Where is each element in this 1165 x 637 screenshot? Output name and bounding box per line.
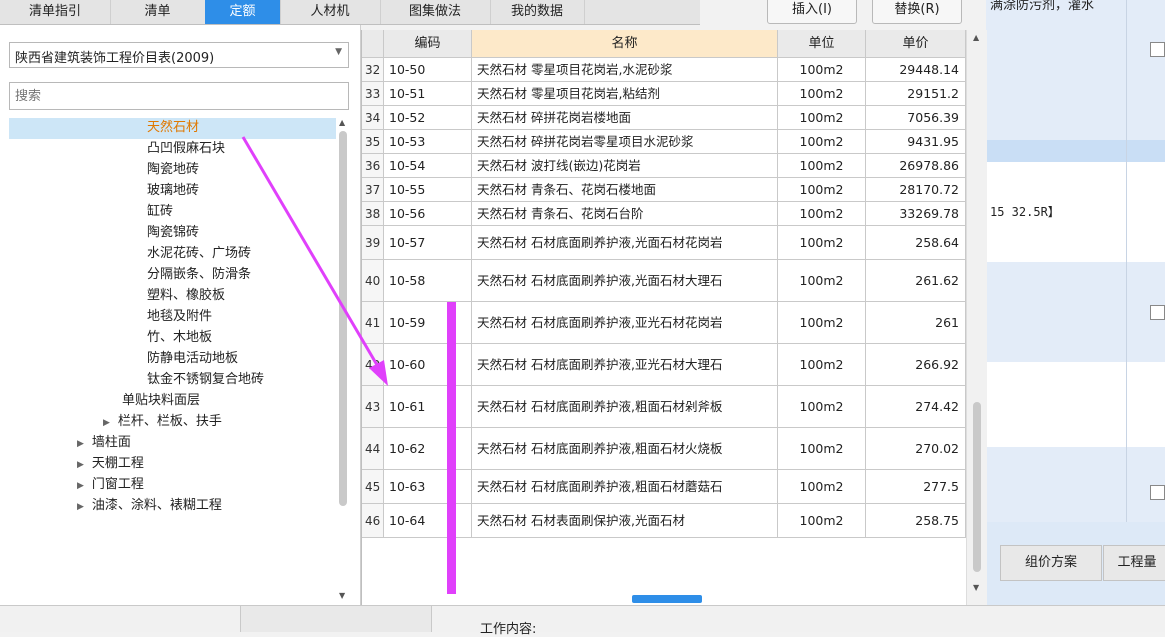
annotation-arrow	[241, 136, 388, 386]
